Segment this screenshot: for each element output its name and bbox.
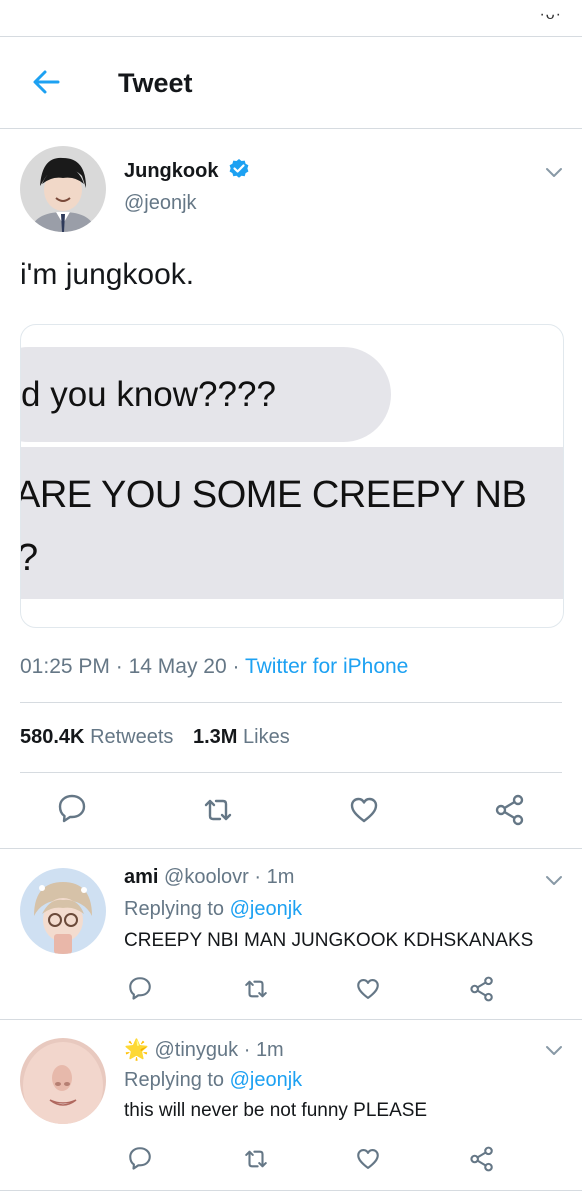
like-heart-icon[interactable]	[355, 976, 381, 1002]
tweet-time: 01:25 PM	[20, 655, 110, 678]
share-icon[interactable]	[469, 976, 495, 1002]
reply-author-handle[interactable]: @tinyguk	[154, 1039, 238, 1061]
author-name[interactable]: Jungkook	[124, 160, 218, 182]
tweet-text: i'm jungkook.	[20, 258, 195, 291]
divider	[0, 1019, 582, 1020]
avatar[interactable]	[20, 868, 106, 954]
replying-to-handle[interactable]: @jeonjk	[230, 898, 303, 920]
page-title: Tweet	[118, 68, 193, 98]
retweet-icon[interactable]	[243, 976, 269, 1002]
retweets-label: Retweets	[90, 726, 174, 748]
divider	[20, 772, 562, 773]
retweets-count: 580.4K	[20, 726, 85, 748]
divider	[20, 702, 562, 703]
avatar-image	[20, 868, 106, 954]
meta-separator: ·	[254, 866, 262, 888]
avatar-image	[20, 146, 106, 232]
share-icon[interactable]	[469, 1146, 495, 1172]
chevron-down-icon[interactable]	[542, 868, 566, 892]
reply-text: CREEPY NBI MAN JUNGKOOK KDHSKANAKS	[124, 930, 534, 951]
replying-to: Replying to @jeonjk	[124, 1069, 302, 1092]
media-text-line-2: ARE YOU SOME CREEPY NB	[20, 474, 527, 516]
like-heart-icon[interactable]	[355, 1146, 381, 1172]
reply-icon[interactable]	[127, 1145, 153, 1171]
reply-time: 1m	[266, 866, 295, 888]
tweet-date: 14 May 20	[128, 655, 227, 678]
tweet-stats: 580.4K Retweets 1.3M Likes	[20, 726, 290, 749]
reply-time: 1m	[255, 1039, 284, 1061]
reply-author-name[interactable]: 🌟	[124, 1039, 149, 1061]
meta-separator: ·	[115, 655, 123, 678]
reply-author-name[interactable]: ami	[124, 866, 158, 888]
meta-separator: ·	[232, 655, 240, 678]
reply-icon[interactable]	[56, 792, 88, 824]
tweet-source-link[interactable]: Twitter for iPhone	[245, 655, 408, 678]
divider	[0, 128, 582, 129]
status-bar: ·ᴗ·	[0, 0, 582, 36]
reply-header: ami @koolovr · 1m	[124, 866, 294, 889]
arrow-left-icon[interactable]	[28, 64, 64, 100]
status-glyph: ·ᴗ·	[539, 6, 562, 23]
author-handle[interactable]: @jeonjk	[124, 192, 197, 215]
tweet-media[interactable]: d you know???? ARE YOU SOME CREEPY NB ?	[20, 324, 564, 628]
header: Tweet	[0, 38, 582, 128]
media-text-line-1: d you know????	[21, 375, 276, 414]
avatar-image	[20, 1038, 106, 1124]
replying-to-label: Replying to	[124, 1069, 225, 1091]
likes-count: 1.3M	[193, 726, 238, 748]
reply-author-handle[interactable]: @koolovr	[164, 866, 249, 888]
replying-to-label: Replying to	[124, 898, 225, 920]
reply-icon[interactable]	[127, 975, 153, 1001]
share-icon[interactable]	[494, 794, 526, 826]
avatar[interactable]	[20, 146, 106, 232]
replying-to: Replying to @jeonjk	[124, 898, 302, 921]
author-name-row: Jungkook	[124, 158, 250, 183]
tweet-meta: 01:25 PM · 14 May 20 · Twitter for iPhon…	[20, 655, 408, 679]
retweet-icon[interactable]	[202, 794, 234, 826]
divider	[0, 36, 582, 37]
replying-to-handle[interactable]: @jeonjk	[230, 1069, 303, 1091]
retweets-stat[interactable]: 580.4K Retweets	[20, 726, 179, 748]
likes-stat[interactable]: 1.3M Likes	[193, 726, 290, 748]
avatar[interactable]	[20, 1038, 106, 1124]
reply-text: this will never be not funny PLEASE	[124, 1100, 428, 1121]
like-heart-icon[interactable]	[348, 794, 380, 826]
likes-label: Likes	[243, 726, 290, 748]
chevron-down-icon[interactable]	[542, 1038, 566, 1062]
divider	[0, 848, 582, 849]
divider	[0, 1190, 582, 1191]
chevron-down-icon[interactable]	[542, 160, 566, 184]
meta-separator: ·	[243, 1039, 251, 1061]
message-bubble	[21, 447, 563, 599]
media-text-line-3: ?	[21, 537, 38, 580]
verified-badge-icon	[229, 159, 249, 178]
reply-header: 🌟 @tinyguk · 1m	[124, 1037, 284, 1062]
retweet-icon[interactable]	[243, 1146, 269, 1172]
